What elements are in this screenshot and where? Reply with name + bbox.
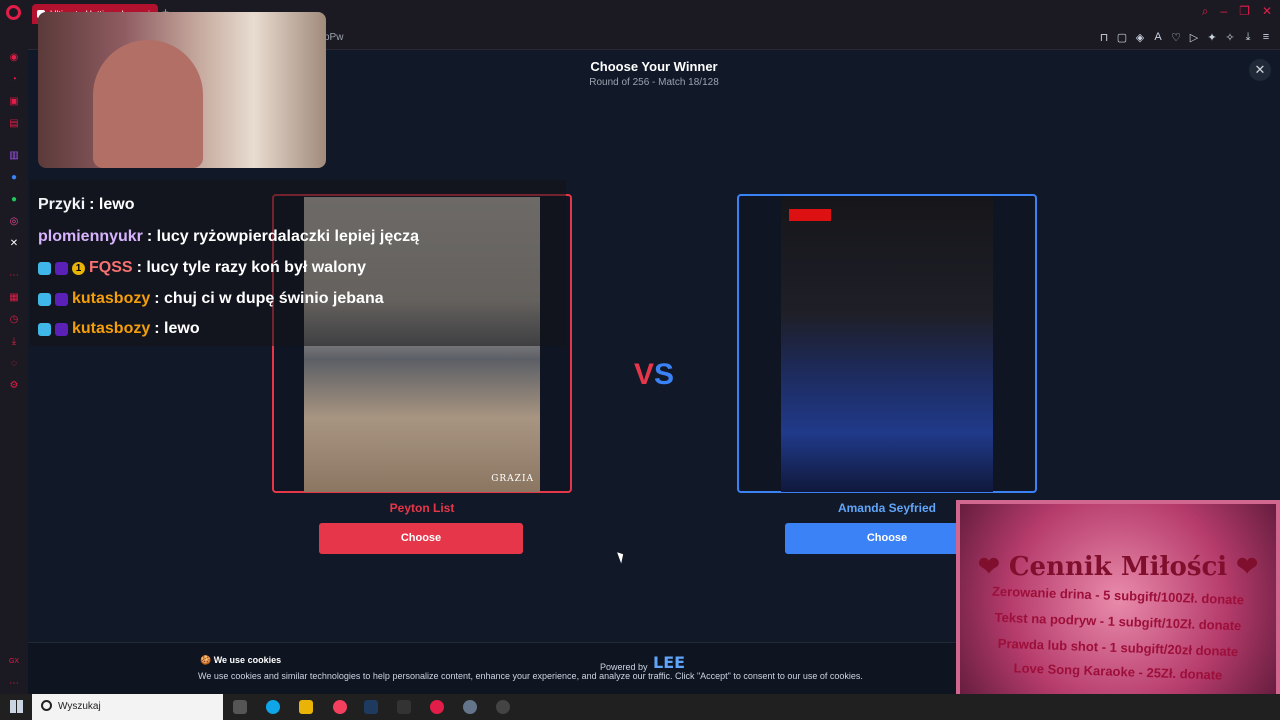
restore-icon[interactable]: ❐ (1239, 4, 1250, 19)
webcam-overlay (38, 12, 326, 168)
instagram-icon[interactable]: ◎ (8, 216, 20, 228)
obs-icon[interactable] (496, 700, 510, 714)
chat-bubble-icon[interactable]: ◌ (8, 358, 20, 370)
url-text[interactable]: pPw (324, 32, 343, 43)
history-icon[interactable]: ◔ (8, 74, 20, 86)
chat-message: kutasbozy : chuj ci w dupę świnio jebana (38, 290, 384, 308)
snapshot-icon[interactable]: ▢ (1116, 31, 1128, 44)
contestant-name-left: Peyton List (389, 501, 455, 515)
powered-by-label: Powered by (600, 662, 648, 672)
sub-badge-icon (55, 292, 68, 306)
taskbar-search[interactable]: Wyszukaj (32, 694, 223, 720)
chat-message: plomiennyukr : lucy ryżowpierdalaczki le… (38, 228, 419, 246)
chat-text: : lucy ryżowpierdalaczki lepiej jęczą (146, 228, 420, 245)
chat-username: kutasbozy (72, 290, 151, 307)
chat-text: : lucy tyle razy koń był walony (136, 259, 366, 276)
chat-username: Przyki (38, 196, 86, 213)
toolbar-icons: ⊓ ▢ ◈ A ♡ ▷ ✦ ✧ ⤓ ≡ (1098, 31, 1272, 44)
streamer-figure (93, 40, 203, 168)
choose-left-button[interactable]: Choose (319, 523, 523, 554)
chat-text: : chuj ci w dupę świnio jebana (154, 290, 384, 307)
puzzle-icon[interactable]: ✧ (1224, 31, 1236, 44)
clock-icon[interactable]: ◷ (8, 314, 20, 326)
epic-games-icon[interactable] (397, 700, 411, 714)
downloads-icon[interactable]: ⤓ (8, 336, 20, 348)
close-window-icon[interactable]: ✕ (1262, 4, 1272, 19)
versus-label: VS (634, 358, 675, 391)
chat-icon[interactable]: ▤ (8, 118, 20, 130)
opera-gx-icon[interactable] (430, 700, 444, 714)
start-menu-icon[interactable] (10, 700, 23, 713)
file-explorer-icon[interactable] (299, 700, 313, 714)
chat-text: : lewo (89, 196, 135, 213)
chat-text: : lewo (154, 320, 200, 337)
search-icon (41, 700, 52, 711)
settings-icon[interactable]: ⚙ (8, 380, 20, 392)
prime-badge-icon (38, 322, 51, 336)
price-list-item: Zerowanie drina - 5 subgift/100Zł. donat… (991, 583, 1245, 608)
opera-logo-icon[interactable] (6, 5, 21, 20)
contestant-photo-right (781, 197, 993, 492)
extension-icon[interactable]: ✦ (1206, 31, 1218, 44)
minimize-icon[interactable]: – (1220, 4, 1227, 19)
price-list-item: Tekst na podryw - 1 subgift/10Zł. donate (994, 609, 1242, 634)
magazine-mark: GRAZIA (491, 474, 534, 484)
red-tag-icon (789, 209, 831, 221)
cookie-text: We use cookies and similar technologies … (198, 671, 863, 681)
messenger-app-icon[interactable]: ● (8, 172, 20, 184)
heart-icon[interactable]: ♡ (1170, 31, 1182, 44)
shield-icon[interactable]: ◈ (1134, 31, 1146, 44)
edge-icon[interactable] (266, 700, 280, 714)
more-icon[interactable]: ⋯ (8, 678, 20, 690)
price-list-item: Prawda lub shot - 1 subgift/20zł donate (997, 635, 1239, 660)
x-icon[interactable]: ✕ (8, 238, 20, 250)
wallet-icon[interactable]: ▣ (8, 96, 20, 108)
bookmark-icon[interactable]: ⊓ (1098, 31, 1110, 44)
gift-badge-icon: 1 (72, 261, 85, 275)
search-icon[interactable]: ⌕ (1202, 4, 1209, 19)
chat-username: FQSS (89, 259, 133, 276)
price-list-item: Love Song Karaoke - 25Zł. donate (1013, 660, 1223, 683)
chat-username: kutasbozy (72, 320, 151, 337)
cookie-title: 🍪 We use cookies (200, 655, 282, 665)
price-list-overlay: ❤ Cennik Miłości ❤ Zerowanie drina - 5 s… (956, 500, 1280, 720)
sub-badge-icon (55, 322, 68, 336)
steam-icon[interactable] (364, 700, 378, 714)
price-list-title: ❤ Cennik Miłości ❤ (977, 552, 1259, 582)
play-icon[interactable]: ▷ (1188, 31, 1200, 44)
chrome-icon[interactable] (333, 700, 347, 714)
messenger-icon[interactable]: ◉ (8, 52, 20, 64)
contestant-card-right[interactable] (737, 194, 1037, 493)
chat-message: Przyki : lewo (38, 196, 134, 214)
stream-chat-overlay: Przyki : lewo plomiennyukr : lucy ryżowp… (30, 180, 566, 346)
powered-by-logo[interactable]: LEE (653, 653, 685, 672)
windows-taskbar: Wyszukaj (0, 694, 1280, 720)
download-icon[interactable]: ⤓ (1242, 31, 1254, 44)
chat-username: plomiennyukr (38, 228, 143, 245)
translate-icon[interactable]: A (1152, 31, 1164, 44)
close-button[interactable]: ✕ (1249, 59, 1271, 81)
gx-icon[interactable]: GX (8, 656, 20, 668)
app-icon[interactable] (463, 700, 477, 714)
prime-badge-icon (38, 261, 51, 275)
twitch-icon[interactable]: ▥ (8, 150, 20, 162)
menu-icon[interactable]: ≡ (1260, 31, 1272, 44)
window-controls: ⌕ – ❐ ✕ (1202, 4, 1272, 19)
task-view-icon[interactable] (233, 700, 247, 714)
apps-icon[interactable]: ▦ (8, 292, 20, 304)
chat-message: 1 FQSS : lucy tyle razy koń był walony (38, 259, 366, 277)
chat-message: kutasbozy : lewo (38, 320, 200, 338)
taskbar-search-placeholder: Wyszukaj (58, 701, 101, 712)
prime-badge-icon (38, 292, 51, 306)
browser-sidebar: ◉ ◔ ▣ ▤ ▥ ● ● ◎ ✕ ⋯ ▦ ◷ ⤓ ◌ ⚙ GX ⋯ (0, 26, 28, 694)
whatsapp-icon[interactable]: ● (8, 194, 20, 206)
sub-badge-icon (55, 261, 68, 275)
flow-icon[interactable]: ⋯ (8, 270, 20, 282)
